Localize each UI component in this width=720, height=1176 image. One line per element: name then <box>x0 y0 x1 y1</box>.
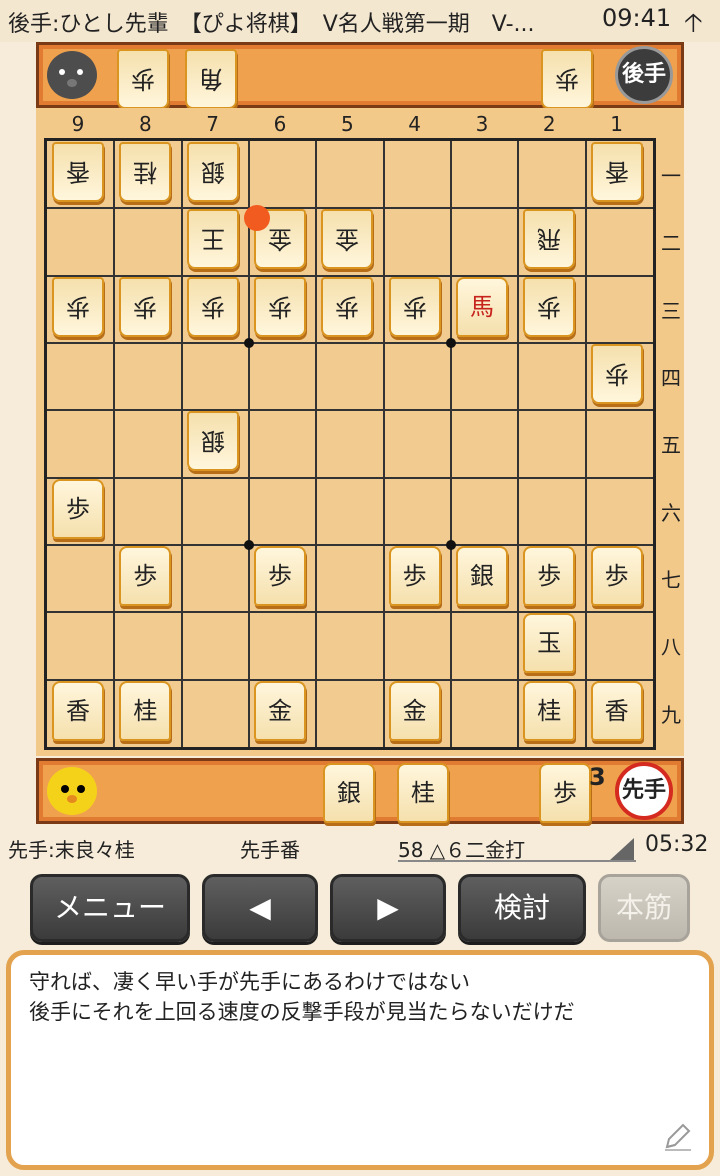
star-point <box>243 539 254 550</box>
board-piece-gote[interactable]: 歩 <box>590 343 643 404</box>
grid-line <box>47 476 653 479</box>
board-piece-sente[interactable]: 桂 <box>523 680 576 741</box>
pencil-icon[interactable] <box>661 1119 695 1153</box>
file-label: 4 <box>408 112 421 136</box>
file-label: 5 <box>340 112 354 136</box>
status-bar: 後手:ひとし先輩 【ぴよ将棋】 V名人戦第一期 V-... 09:41 🡡 <box>0 0 720 42</box>
board-piece-sente[interactable]: 歩 <box>388 545 441 606</box>
rank-label: 八 <box>661 635 681 660</box>
star-point <box>445 337 456 348</box>
board-piece-gote[interactable]: 歩 <box>523 276 576 337</box>
grid-line <box>517 141 520 747</box>
next-move-button[interactable]: ▶ <box>330 874 446 942</box>
window-title: 後手:ひとし先輩 【ぴよ将棋】 V名人戦第一期 V-... <box>8 12 535 37</box>
file-label: 3 <box>475 112 489 136</box>
rank-label: 四 <box>661 365 681 390</box>
previous-move-button[interactable]: ◀ <box>202 874 318 942</box>
board-piece-sente[interactable]: 銀 <box>455 545 508 606</box>
rank-label: 七 <box>661 567 681 592</box>
grid-line <box>247 141 250 747</box>
file-label: 6 <box>273 112 287 136</box>
board-piece-sente[interactable]: 歩 <box>119 545 172 606</box>
board-piece-gote[interactable]: 王 <box>186 209 239 270</box>
grid-line <box>382 141 385 747</box>
board-piece-sente[interactable]: 金 <box>388 680 441 741</box>
board-piece-gote[interactable]: 歩 <box>321 276 374 337</box>
gote-captured-pieces: 歩 角 歩 後手 <box>36 42 684 109</box>
turn-indicator: 先手番 <box>240 838 300 862</box>
board-piece-sente[interactable]: 玉 <box>523 613 576 674</box>
comment-box[interactable]: 守れば、凄く早い手が先手にあるわけではない 後手にそれを上回る速度の反撃手段が見… <box>6 950 714 1170</box>
gote-hand-piece-pawn-2[interactable]: 歩 <box>541 49 593 109</box>
board-piece-gote[interactable]: 銀 <box>186 142 239 202</box>
rank-label: 六 <box>661 500 681 525</box>
gote-avatar <box>47 51 97 99</box>
shogi-board: 987654321 一二三四五六七八九 香桂銀香王金金飛歩歩歩歩歩歩馬歩歩銀歩歩… <box>36 108 684 756</box>
grid-line <box>315 141 318 747</box>
mainline-button[interactable]: 本筋 <box>598 874 690 942</box>
board-piece-sente[interactable]: 歩 <box>253 545 306 606</box>
board-piece-sente[interactable]: 歩 <box>590 545 643 606</box>
star-point <box>243 337 254 348</box>
board-piece-sente[interactable]: 香 <box>52 680 104 741</box>
file-label: 1 <box>610 112 623 136</box>
grid-line <box>47 341 653 344</box>
elapsed-time: 05:32 <box>645 832 709 857</box>
gote-hand-piece-pawn[interactable]: 歩 <box>117 49 169 109</box>
star-point <box>445 539 456 550</box>
rank-label: 二 <box>661 231 681 256</box>
rank-label: 三 <box>661 298 681 323</box>
sente-pawn-count: 3 <box>589 763 606 791</box>
gote-hand-piece-bishop[interactable]: 角 <box>185 49 237 109</box>
grid-line <box>449 141 452 747</box>
board-piece-gote[interactable]: 香 <box>590 142 643 202</box>
file-label: 8 <box>138 112 152 136</box>
board-piece-gote[interactable]: 銀 <box>186 411 239 472</box>
comment-text: 守れば、凄く早い手が先手にあるわけではない 後手にそれを上回る速度の反撃手段が見… <box>29 970 575 1024</box>
board-piece-gote[interactable]: 歩 <box>119 276 172 337</box>
board-piece-sente[interactable]: 香 <box>590 680 643 741</box>
move-underline <box>398 860 636 862</box>
grid-line <box>180 141 183 747</box>
sente-avatar <box>47 767 97 815</box>
grid-line <box>113 141 116 747</box>
board-piece-sente[interactable]: 歩 <box>52 478 104 539</box>
status-clock: 09:41 <box>602 4 672 32</box>
board-piece-gote[interactable]: 金 <box>321 209 374 270</box>
board-piece-sente[interactable]: 桂 <box>119 680 172 741</box>
sente-hand-piece-knight[interactable]: 桂 <box>397 763 449 823</box>
sente-badge: 先手 <box>615 762 673 820</box>
board-piece-sente[interactable]: 馬 <box>455 276 508 337</box>
sente-captured-pieces: 銀 桂 歩 3 先手 <box>36 758 684 824</box>
board-piece-gote[interactable]: 飛 <box>523 209 576 270</box>
board-piece-gote[interactable]: 桂 <box>119 142 172 202</box>
file-label: 9 <box>71 112 85 136</box>
analyze-button[interactable]: 検討 <box>458 874 586 942</box>
file-label: 7 <box>206 112 220 136</box>
sente-player-name: 先手:末良々桂 <box>8 838 135 862</box>
sente-hand-piece-pawn[interactable]: 歩 <box>539 763 591 823</box>
grid-line <box>584 141 587 747</box>
board-piece-sente[interactable]: 歩 <box>523 545 576 606</box>
menu-button[interactable]: メニュー <box>30 874 190 942</box>
board-piece-gote[interactable]: 香 <box>52 142 104 202</box>
grid-line <box>47 409 653 412</box>
file-label: 2 <box>542 112 556 136</box>
move-dropdown-icon[interactable] <box>610 838 634 860</box>
board-piece-sente[interactable]: 金 <box>253 680 306 741</box>
current-move[interactable]: 58 △６二金打 <box>398 834 525 863</box>
rank-label: 五 <box>661 433 681 458</box>
board-piece-gote[interactable]: 歩 <box>52 276 104 337</box>
board-piece-gote[interactable]: 歩 <box>186 276 239 337</box>
up-arrow-icon: 🡡 <box>684 8 703 38</box>
rank-label: 九 <box>661 702 681 727</box>
sente-hand-piece-silver[interactable]: 銀 <box>323 763 375 823</box>
board-piece-gote[interactable]: 歩 <box>253 276 306 337</box>
board-piece-gote[interactable]: 歩 <box>388 276 441 337</box>
rank-label: 一 <box>661 164 681 188</box>
gote-badge: 後手 <box>615 46 673 104</box>
